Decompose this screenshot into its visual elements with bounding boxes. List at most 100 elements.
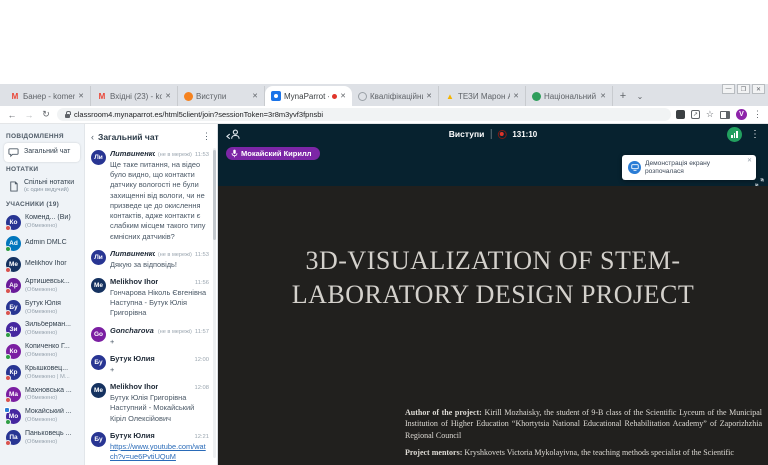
window-minimize-button[interactable] — [722, 84, 735, 94]
tab-close-icon[interactable] — [426, 92, 432, 100]
chat-scrollbar[interactable] — [213, 148, 216, 458]
message-avatar: Ме — [91, 278, 106, 293]
extension-icon[interactable] — [676, 110, 685, 119]
mic-status-icon — [5, 225, 11, 231]
main-area: Виступи 131:10 Мокайский Кирилл — [218, 124, 768, 465]
tab-close-icon[interactable] — [340, 92, 346, 100]
participant-row[interactable]: Ко Копиченко Г... (Обмежено) — [4, 340, 80, 362]
tab-close-icon[interactable] — [252, 92, 258, 100]
browser-tab[interactable]: Виступи — [178, 86, 265, 106]
participant-status: (Обмежено) — [25, 395, 72, 402]
mic-status-icon — [5, 354, 11, 360]
message-header: Melikhov Ihor 11:56 — [110, 277, 209, 286]
desktop-background — [0, 0, 768, 84]
participant-row[interactable]: Па Паньковець ... (Обмежено) — [4, 427, 80, 449]
participant-status: (Обмежено | М... — [25, 374, 70, 381]
tab-favicon-icon — [532, 92, 541, 101]
tab-recording-icon — [332, 94, 337, 99]
message-header: Литвиненко Ар... (не в мережі) 11:53 — [110, 249, 209, 258]
share-icon[interactable] — [691, 110, 700, 119]
window-close-button[interactable] — [752, 84, 765, 94]
tab-close-icon[interactable] — [165, 92, 171, 100]
profile-avatar[interactable]: V — [736, 109, 747, 120]
participant-row[interactable]: Ме Melikhov Ihor — [4, 254, 80, 275]
chat-header: Загальний чат — [85, 124, 217, 147]
main-options-icon[interactable] — [750, 129, 760, 140]
window-restore-button[interactable] — [737, 84, 750, 94]
mic-status-icon — [5, 267, 11, 273]
toast-message: Демонстрація екрану розпочалася — [645, 160, 750, 176]
participant-avatar: Кр — [6, 365, 21, 380]
message-avatar-initials: Ли — [94, 254, 103, 261]
main-top-right — [727, 127, 760, 142]
participant-name: Коменд... (Ви) — [25, 214, 71, 223]
new-tab-button[interactable] — [615, 88, 631, 104]
toast-close-icon[interactable] — [747, 157, 752, 164]
tab-close-icon[interactable] — [600, 92, 606, 100]
participant-status: (Обмежено) — [25, 352, 70, 359]
browser-menu-icon[interactable] — [753, 109, 762, 120]
address-bar[interactable]: classroom4.mynaparrot.es/html5client/joi… — [57, 108, 671, 121]
participant-row[interactable]: Кр Крышковец... (Обмежено | М... — [4, 362, 80, 384]
message-body: Goncharova Nikol (не в мережі) 11:57 + — [110, 326, 209, 347]
message-time: 12:00 — [194, 357, 209, 363]
reload-button[interactable] — [40, 109, 52, 120]
message-body: Литвиненко Ар... (не в мережі) 11:53 Ще … — [110, 149, 209, 242]
slide-title: 3D-VISUALIZATION OF STEM-LABORATORY DESI… — [254, 244, 732, 313]
message-presence: (не в мережі) — [158, 329, 192, 335]
browser-tab[interactable]: MynaParrot - Виступи — [265, 86, 352, 106]
message-text: Дякую за відповідь! — [110, 260, 209, 270]
main-top-bar: Виступи 131:10 — [218, 124, 768, 144]
meeting-app: ПОВІДОМЛЕННЯ Загальний чат НОТАТКИ Спіль… — [0, 124, 768, 465]
message-avatar: Бу — [91, 355, 106, 370]
recording-indicator-icon[interactable] — [497, 130, 506, 139]
browser-tab[interactable]: ТЕЗИ Марон Анастасія - — [439, 86, 526, 106]
participant-row[interactable]: Ad Admin DMLC — [4, 233, 80, 254]
message-text: Гончарова Ніколь Євгенівна Наступна - Бу… — [110, 288, 209, 319]
hide-chat-icon[interactable] — [91, 132, 94, 142]
participant-row[interactable]: Ар Артишевськ... (Обмежено) — [4, 275, 80, 297]
browser-tab[interactable]: Вхідні (23) - komenda — [91, 86, 178, 106]
message-sender: Melikhov Ihor — [110, 382, 158, 391]
browser-tab[interactable]: Національний еколого-н — [526, 86, 613, 106]
tab-close-icon[interactable] — [513, 92, 519, 100]
author-label: Author of the project: — [405, 408, 482, 417]
back-button[interactable] — [6, 110, 18, 120]
tab-search-chevron-icon[interactable] — [633, 88, 647, 104]
bookmark-star-icon[interactable] — [706, 109, 714, 120]
message-text: Ще таке питання, на відео було видно, що… — [110, 160, 209, 242]
browser-tab[interactable]: Кваліфікаційний раунд 2 — [352, 86, 439, 106]
participant-row[interactable]: Бу Бутук Юлія (Обмежено) — [4, 297, 80, 319]
participant-status: (Обмежено) — [25, 287, 70, 294]
connection-status-icon[interactable] — [727, 127, 742, 142]
nav-sidebar: ПОВІДОМЛЕННЯ Загальний чат НОТАТКИ Спіль… — [0, 124, 85, 465]
participant-row[interactable]: Ко Коменд... (Ви) (Обмежено) — [4, 211, 80, 233]
mic-status-icon — [5, 440, 11, 446]
participant-status: (Обмежено) — [25, 439, 71, 446]
participant-row[interactable]: Ма Махновська ... (Обмежено) — [4, 384, 80, 406]
side-panel-icon[interactable] — [720, 111, 730, 119]
participant-row[interactable]: Зи Зильберман... (Обмежено) — [4, 318, 80, 340]
recording-timer: 131:10 — [512, 130, 537, 139]
message-sender: Бутук Юлия — [110, 431, 155, 440]
toggle-user-list-icon[interactable] — [226, 129, 241, 140]
tab-title: Вхідні (23) - komenda — [110, 92, 162, 101]
active-speaker-badge[interactable]: Мокайский Кирилл — [226, 147, 320, 160]
sidebar-item-public-chat[interactable]: Загальний чат — [4, 143, 80, 162]
participant-row[interactable]: Мо Мокайський ... (Обмежено) — [4, 405, 80, 427]
tab-close-icon[interactable] — [78, 92, 84, 100]
message-body: Melikhov Ihor 11:56 Гончарова Ніколь Євг… — [110, 277, 209, 319]
forward-button[interactable] — [23, 110, 35, 120]
browser-tab[interactable]: Банер - komendantov@n — [4, 86, 91, 106]
participant-status: (Обмежено) — [25, 330, 71, 337]
mic-status-icon — [5, 375, 11, 381]
browser-tabs: Банер - komendantov@n Вхідні (23) - kome… — [4, 86, 613, 106]
sidebar-item-shared-notes[interactable]: Спільні нотатки (є один ведучий) — [4, 176, 80, 197]
participant-initials: Ad — [9, 240, 18, 247]
message-avatar: Go — [91, 327, 106, 342]
screen: Банер - komendantov@n Вхідні (23) - kome… — [0, 0, 768, 465]
message-avatar-initials: Ме — [94, 282, 103, 289]
chat-scrollbar-thumb[interactable] — [213, 150, 216, 240]
chat-options-icon[interactable] — [202, 131, 211, 142]
participant-initials: Ме — [9, 261, 18, 268]
